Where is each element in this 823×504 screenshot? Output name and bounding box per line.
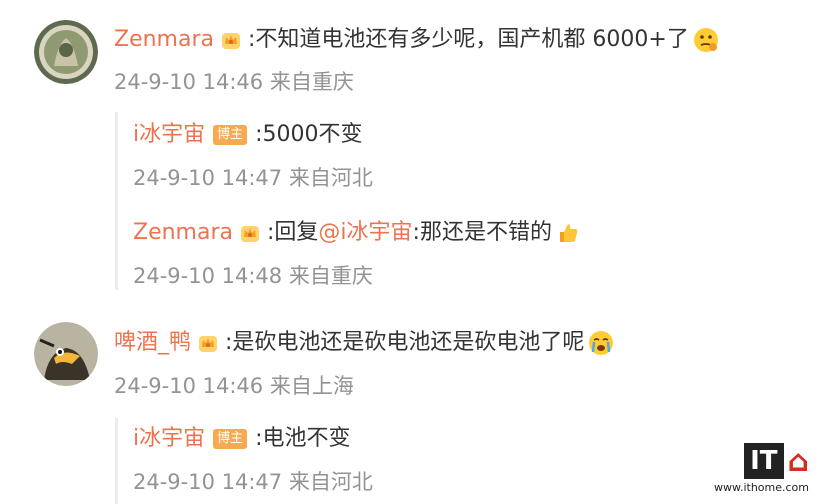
username[interactable]: Zenmara [133, 218, 233, 248]
mention-link[interactable]: @i冰宇宙 [318, 218, 412, 248]
reply-meta: 24-9-10 14:48 来自重庆 [133, 264, 373, 288]
crying-emoji-icon [588, 330, 614, 356]
reply-text: :电池不变 [255, 426, 351, 451]
reply-meta: 24-9-10 14:47 来自河北 [133, 166, 373, 190]
watermark-url: www.ithome.com [713, 481, 809, 494]
reply-text: :那还是不错的 [412, 220, 552, 245]
avatar[interactable] [34, 20, 98, 84]
author-badge: 博主 [213, 429, 248, 449]
comment-meta: 24-9-10 14:46 来自上海 [114, 374, 354, 398]
reply-text: :5000不变 [255, 122, 363, 147]
thumbs-up-emoji-icon [556, 220, 582, 246]
comment-text: :是砍电池还是砍电池还是砍电池了呢 [225, 330, 585, 355]
crown-badge-icon [239, 222, 261, 244]
username[interactable]: i冰宇宙 [133, 120, 205, 150]
reply-meta: 24-9-10 14:47 来自河北 [133, 470, 373, 494]
home-glyph-icon: ⌂ [787, 443, 809, 479]
thinking-emoji-icon [693, 27, 719, 53]
comment-text: :不知道电池还有多少呢，国产机都 6000+了 [248, 27, 689, 52]
crown-badge-icon [220, 29, 242, 51]
username[interactable]: Zenmara [114, 25, 214, 55]
comment-meta: 24-9-10 14:46 来自重庆 [114, 70, 354, 94]
reply-prefix: :回复 [267, 220, 319, 245]
avatar[interactable] [34, 322, 98, 386]
site-watermark: IT ⌂ www.ithome.com [714, 443, 809, 494]
username[interactable]: 啤酒_鸭 [114, 328, 191, 358]
watermark-logo-text: IT [744, 443, 784, 479]
reply-divider [115, 112, 118, 290]
author-badge: 博主 [213, 125, 248, 145]
reply-divider [115, 418, 118, 504]
crown-badge-icon [197, 332, 219, 354]
username[interactable]: i冰宇宙 [133, 424, 205, 454]
ithome-logo: IT ⌂ [714, 443, 809, 479]
